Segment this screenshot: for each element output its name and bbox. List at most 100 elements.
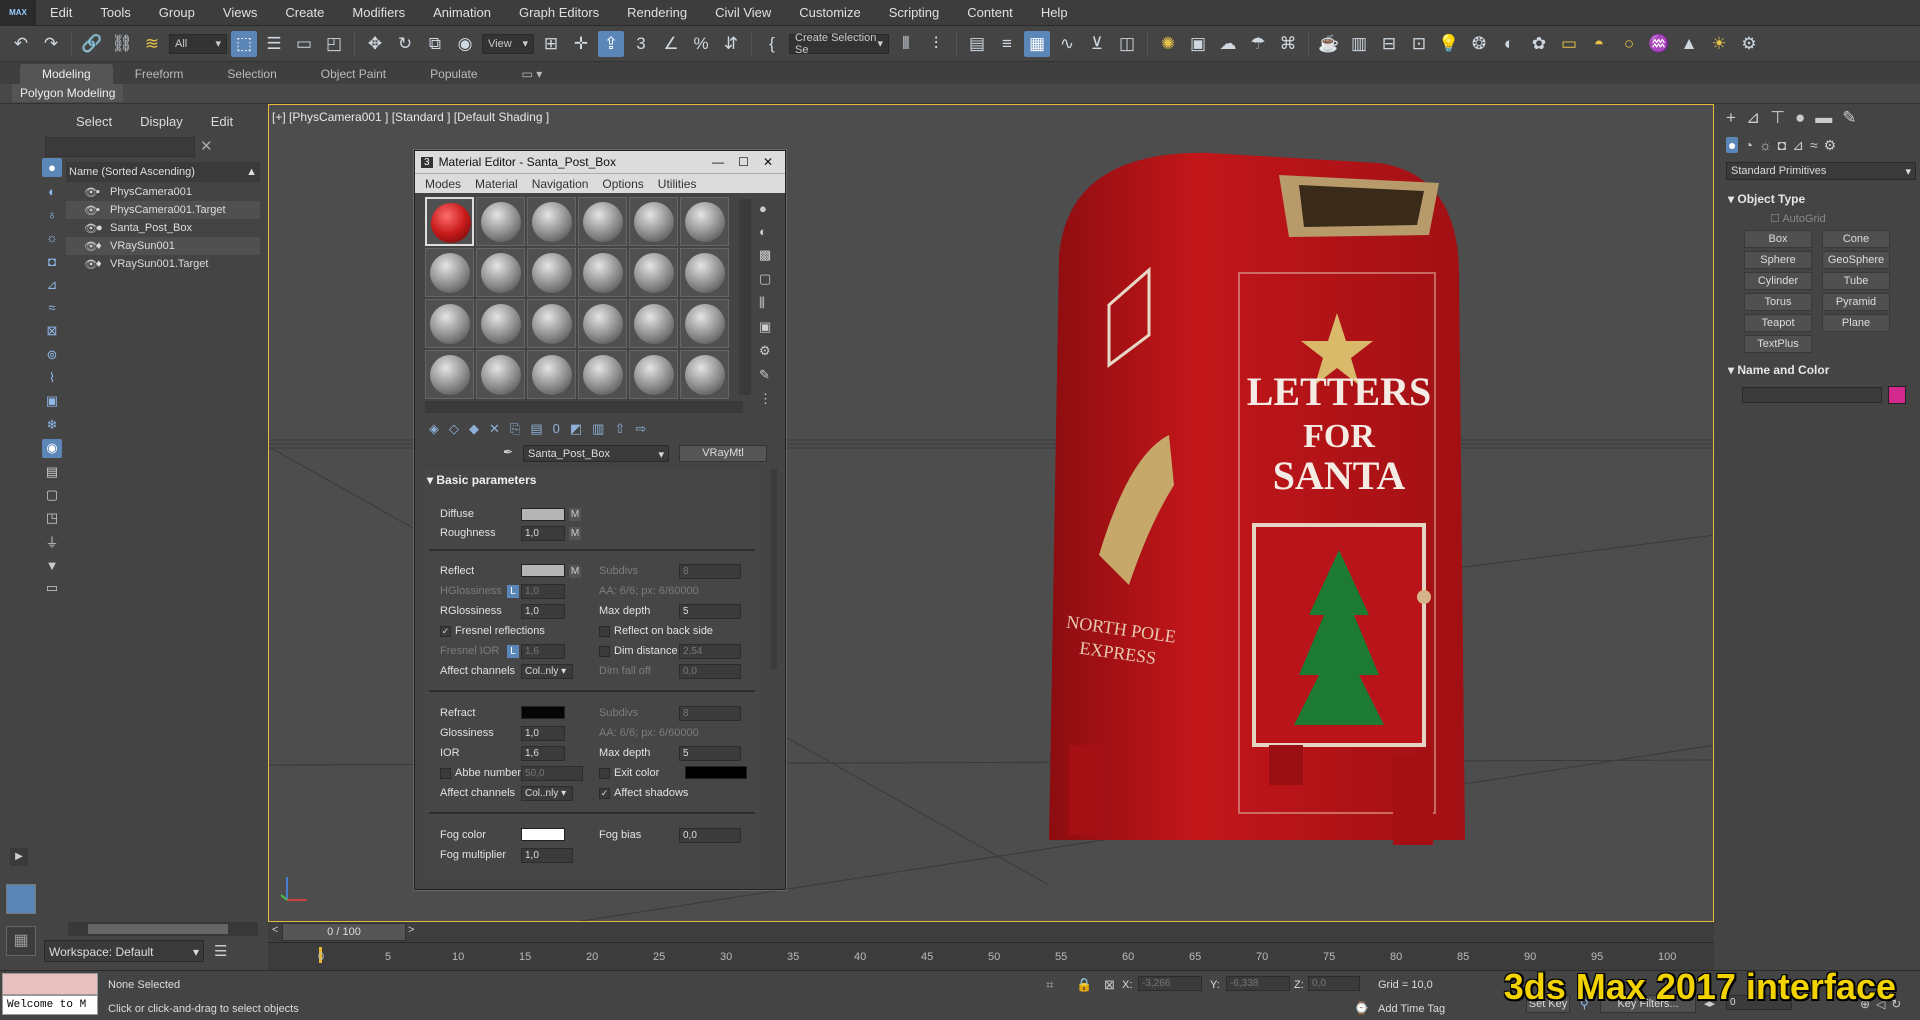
- material-id-icon[interactable]: 0: [553, 421, 560, 437]
- textplus-button[interactable]: TextPlus: [1744, 335, 1812, 353]
- video-color-check-icon[interactable]: ⫼: [759, 295, 772, 311]
- select-by-material-icon[interactable]: ✎: [759, 367, 772, 383]
- vray-frame-buffer-icon[interactable]: ▥: [1346, 31, 1372, 57]
- keyboard-shortcut-override-icon[interactable]: ⇪: [598, 30, 624, 57]
- manipulate-icon[interactable]: ✛: [568, 31, 594, 57]
- vray-options-icon[interactable]: ⊟: [1376, 31, 1402, 57]
- spacewarps-icon[interactable]: ≈: [1810, 137, 1818, 153]
- tab-display[interactable]: Display: [140, 114, 183, 129]
- material-type-button[interactable]: VRayMtl: [679, 445, 767, 462]
- reflect-backside-checkbox[interactable]: [599, 626, 610, 637]
- maxscript-listener-pink[interactable]: [2, 973, 98, 995]
- material-editor-titlebar[interactable]: 3 Material Editor - Santa_Post_Box — ☐ ✕: [415, 151, 785, 173]
- select-by-name-icon[interactable]: ☰: [261, 31, 287, 57]
- diffuse-map-button[interactable]: M: [569, 508, 581, 521]
- object-color-swatch[interactable]: [1888, 386, 1906, 404]
- slots-horizontal-scrollbar[interactable]: [425, 401, 743, 413]
- material-sample-slot[interactable]: [680, 197, 729, 246]
- app-logo[interactable]: MAX: [0, 0, 36, 26]
- z-coordinate-field[interactable]: 0,0: [1308, 976, 1360, 991]
- display-none-icon[interactable]: ●: [42, 158, 62, 178]
- glossiness-spinner[interactable]: 1,0: [521, 726, 565, 741]
- background-icon[interactable]: ▩: [759, 247, 772, 263]
- roughness-spinner[interactable]: 1,0: [521, 526, 565, 541]
- vray-lights-icon[interactable]: ⊡: [1406, 31, 1432, 57]
- material-sample-slot[interactable]: [629, 248, 678, 297]
- diffuse-color-swatch[interactable]: [521, 508, 565, 521]
- display-cameras-icon[interactable]: ◘: [42, 252, 62, 271]
- rect-selection-icon[interactable]: ▭: [291, 31, 317, 57]
- object-type-rollout[interactable]: ▾ Object Type: [1728, 192, 1805, 206]
- sort-arrow-icon[interactable]: ▲: [246, 166, 257, 178]
- show-end-result-icon[interactable]: ▥: [592, 421, 604, 437]
- selection-lock-icon[interactable]: 🔒: [1076, 977, 1092, 993]
- spinner-snap-icon[interactable]: ⇵: [718, 31, 744, 57]
- vray-sphere-icon[interactable]: ○: [1616, 31, 1642, 57]
- vray-mesh-icon[interactable]: ◐: [1496, 31, 1522, 57]
- get-material-icon[interactable]: ◈: [429, 421, 439, 437]
- roughness-map-button[interactable]: M: [569, 527, 581, 540]
- menu-modifiers[interactable]: Modifiers: [338, 5, 419, 20]
- cone-button[interactable]: Cone: [1822, 230, 1890, 248]
- isolate-selection-icon[interactable]: ⌗: [1046, 977, 1053, 993]
- sphere-button[interactable]: Sphere: [1744, 251, 1812, 269]
- reflect-color-swatch[interactable]: [521, 564, 565, 577]
- teapot-button[interactable]: Teapot: [1744, 314, 1812, 332]
- x-coordinate-field[interactable]: -3,266: [1138, 976, 1202, 991]
- go-forward-sibling-icon[interactable]: ⇨: [635, 421, 646, 437]
- display-all-icon[interactable]: ▤: [42, 462, 62, 481]
- material-sample-slot[interactable]: [629, 299, 678, 348]
- select-object-icon[interactable]: ⬚: [231, 30, 257, 57]
- primitives-dropdown[interactable]: Standard Primitives ▾: [1726, 162, 1916, 180]
- abbe-spinner[interactable]: 50,0: [521, 766, 583, 781]
- maxscript-input[interactable]: Welcome to M: [2, 995, 98, 1015]
- display-xrefs-icon[interactable]: ⊚: [42, 345, 62, 364]
- window-crossing-icon[interactable]: ◰: [321, 31, 347, 57]
- material-sample-slot[interactable]: [578, 350, 627, 399]
- name-color-rollout[interactable]: ▾ Name and Color: [1728, 363, 1829, 377]
- vray-shell-icon[interactable]: ♒: [1646, 31, 1672, 57]
- plane-button[interactable]: Plane: [1822, 314, 1890, 332]
- tab-object-paint[interactable]: Object Paint: [299, 64, 408, 84]
- minimize-icon[interactable]: —: [712, 155, 724, 169]
- visibility-eye-icon[interactable]: 👁: [84, 240, 98, 253]
- menu-options[interactable]: Options: [602, 177, 643, 191]
- vray-cone-icon[interactable]: ▲: [1676, 31, 1702, 57]
- menu-edit[interactable]: Edit: [36, 5, 86, 20]
- lock-icon[interactable]: ▭: [42, 579, 62, 598]
- list-item[interactable]: 👁 ▪ PhysCamera001: [66, 183, 260, 201]
- scene-explorer-icon[interactable]: ▤: [964, 31, 990, 57]
- toggle-ribbon-icon[interactable]: ▦: [1024, 30, 1050, 57]
- lights-icon[interactable]: ☼: [1759, 137, 1772, 153]
- reflect-map-button[interactable]: M: [569, 565, 581, 578]
- list-item[interactable]: 👁 ♦ VRaySun001.Target: [66, 255, 260, 273]
- selection-filter-dropdown[interactable]: All ▾: [169, 33, 227, 54]
- find-icon[interactable]: ▼: [42, 555, 62, 574]
- hglossiness-lock-button[interactable]: L: [507, 585, 519, 598]
- material-sample-slot[interactable]: [425, 197, 474, 246]
- material-editor-icon[interactable]: ◫: [1114, 31, 1140, 57]
- display-frozen-icon[interactable]: ❄: [42, 415, 62, 434]
- visibility-eye-icon[interactable]: 👁: [84, 204, 98, 217]
- y-coordinate-field[interactable]: -6,338: [1226, 976, 1290, 991]
- menu-scripting[interactable]: Scripting: [875, 5, 954, 20]
- menu-graph-editors[interactable]: Graph Editors: [505, 5, 613, 20]
- place-icon[interactable]: ◉: [452, 31, 478, 57]
- exit-color-checkbox[interactable]: [599, 768, 610, 779]
- material-name-field[interactable]: Santa_Post_Box ▾: [523, 445, 669, 462]
- affect-shadows-checkbox[interactable]: ✓: [599, 788, 610, 799]
- material-sample-slot[interactable]: [578, 248, 627, 297]
- cylinder-button[interactable]: Cylinder: [1744, 272, 1812, 290]
- put-to-scene-icon[interactable]: ◇: [449, 421, 459, 437]
- next-frame-icon[interactable]: >: [408, 924, 414, 936]
- rglossiness-spinner[interactable]: 1,0: [521, 604, 565, 619]
- material-sample-slot[interactable]: [629, 350, 678, 399]
- material-sample-slot[interactable]: [527, 248, 576, 297]
- menu-navigation[interactable]: Navigation: [532, 177, 589, 191]
- undo-icon[interactable]: ↶: [8, 31, 34, 57]
- scene-search-input[interactable]: [45, 137, 195, 157]
- dim-distance-spinner[interactable]: 2,54: [679, 644, 741, 659]
- display-invert-icon[interactable]: ▢: [42, 485, 62, 504]
- menu-civil-view[interactable]: Civil View: [701, 5, 785, 20]
- eyedropper-icon[interactable]: ✒: [503, 445, 513, 459]
